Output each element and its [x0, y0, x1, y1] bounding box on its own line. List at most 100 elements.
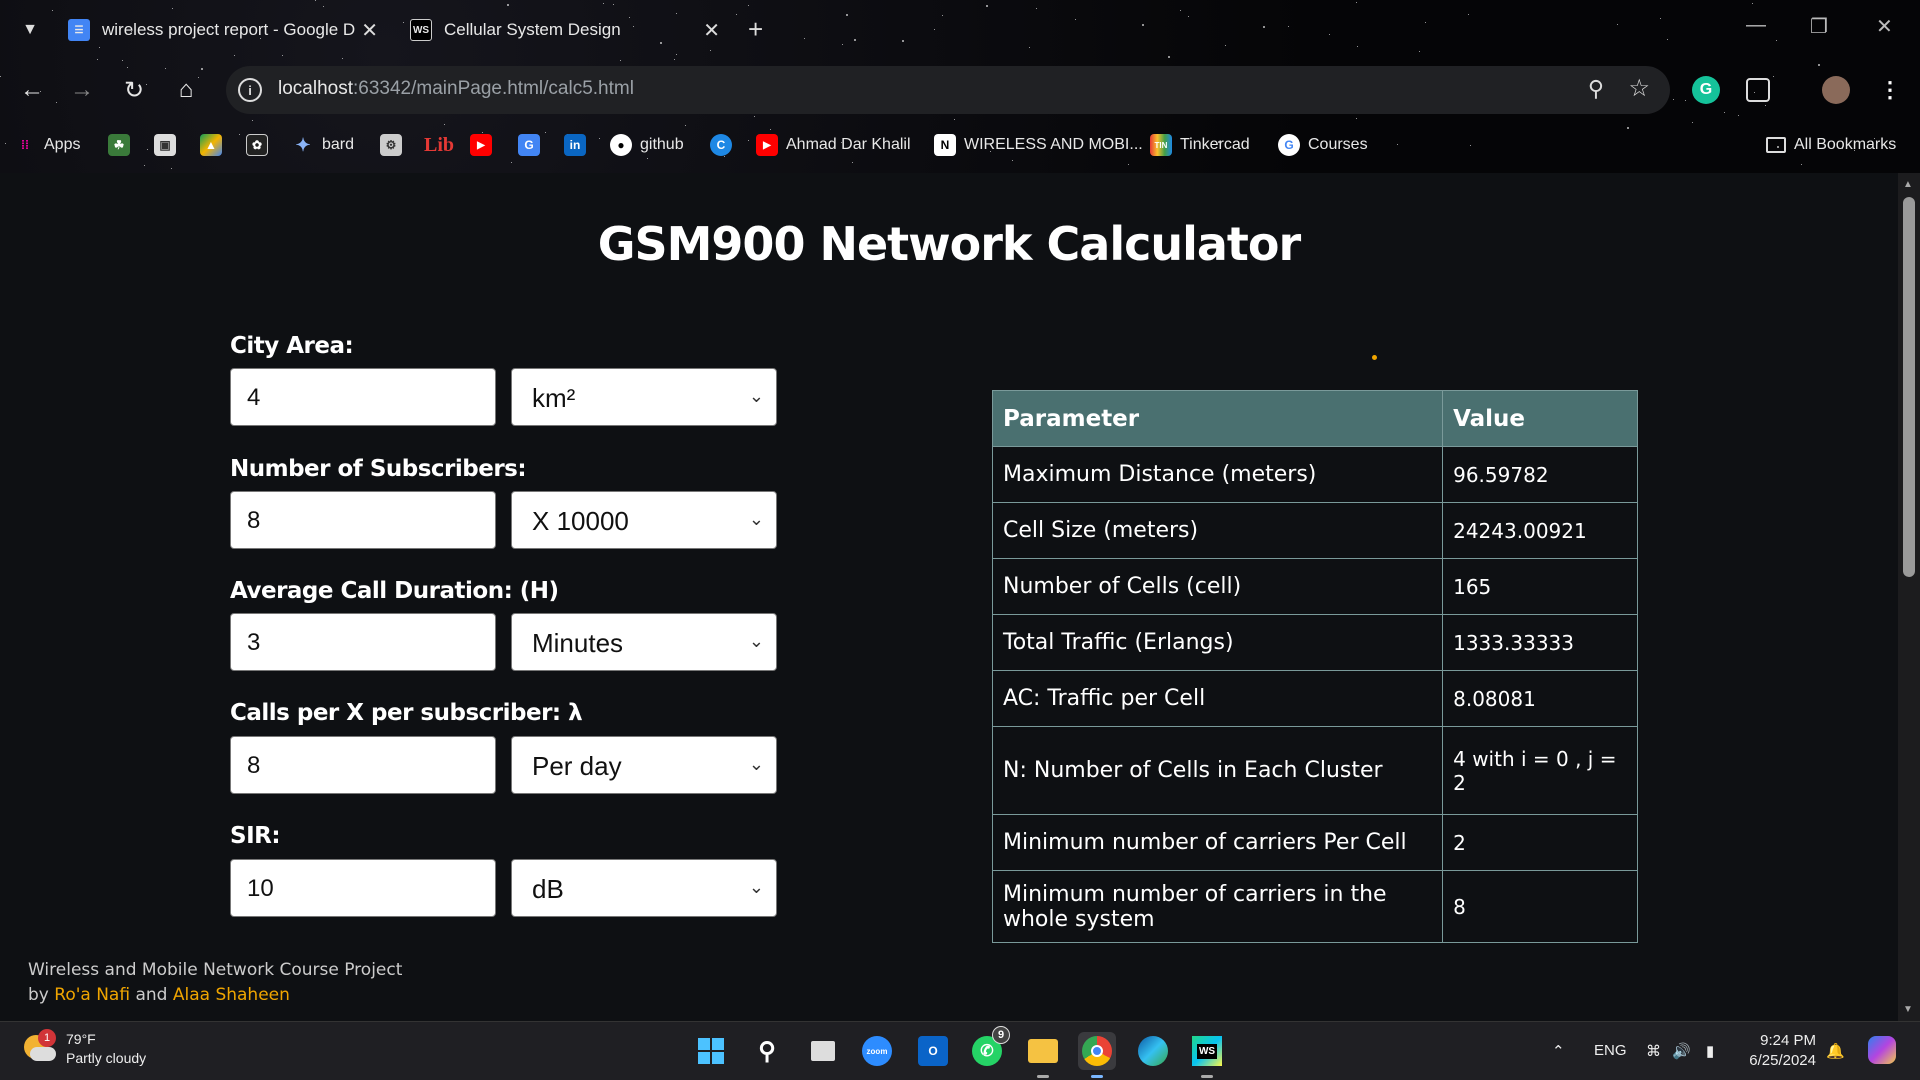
close-window-icon[interactable]: ✕ [1876, 14, 1893, 39]
star-dot [685, 125, 686, 126]
file-explorer-icon[interactable] [1024, 1032, 1062, 1078]
bookmark-chatgpt[interactable]: ✿ [246, 128, 268, 162]
bookmark-wireless[interactable]: N WIRELESS AND MOBI... [934, 128, 1143, 162]
close-tab-icon[interactable]: ✕ [703, 18, 720, 43]
close-tab-icon[interactable]: ✕ [361, 18, 378, 43]
extensions-icon[interactable] [1746, 78, 1770, 102]
volume-icon[interactable]: 🔊 [1672, 1042, 1691, 1060]
subscribers-multiplier-select[interactable]: X 10000 ⌄ [511, 491, 777, 549]
calls-per-period-select[interactable]: Per day ⌄ [511, 736, 777, 794]
whatsapp-icon[interactable]: ✆ 9 [968, 1026, 1010, 1070]
scroll-up-icon[interactable]: ▲ [1903, 179, 1913, 190]
calls-per-input[interactable]: 8 [230, 736, 496, 794]
tinkercad-icon: TIN [1150, 134, 1172, 156]
bookmark-doc[interactable]: ▣ [154, 128, 176, 162]
reload-icon[interactable]: ↻ [116, 72, 152, 108]
table-row: Total Traffic (Erlangs) 1333.33333 [991, 614, 1638, 671]
new-tab-icon[interactable]: + [748, 14, 763, 45]
city-area-unit-select[interactable]: km² ⌄ [511, 368, 777, 426]
page-scrollbar[interactable]: ▲ ▼ [1898, 173, 1920, 1021]
apps-grid-icon: ⁞⁞ [21, 138, 29, 152]
wifi-icon[interactable]: ⌘ [1646, 1042, 1661, 1060]
bookmark-linkedin[interactable]: in [564, 128, 586, 162]
scrollbar-thumb[interactable] [1903, 197, 1915, 577]
star-dot [122, 60, 123, 61]
subscribers-input[interactable]: 8 [230, 491, 496, 549]
bookmark-youtube[interactable]: ▶ [470, 128, 492, 162]
task-view-icon[interactable] [804, 1032, 842, 1070]
url-path: :63342/mainPage.html/calc5.html [353, 78, 634, 99]
tab-wireless-report[interactable]: ☰ wireless project report - Google D ✕ [68, 10, 378, 50]
chevron-down-icon: ⌄ [748, 509, 764, 529]
star-dot [954, 119, 955, 120]
sir-unit-select[interactable]: dB ⌄ [511, 859, 777, 917]
restore-icon[interactable]: ❐ [1810, 14, 1828, 39]
copilot-icon[interactable] [1868, 1036, 1896, 1064]
search-icon[interactable]: ⚲ [748, 1032, 786, 1070]
weather-desc: Partly cloudy [66, 1050, 147, 1066]
bookmark-settings[interactable]: ⚙ [380, 128, 402, 162]
bookmark-label: Apps [44, 136, 81, 153]
chevron-down-icon: ⌄ [748, 386, 764, 406]
minimize-icon[interactable]: — [1746, 14, 1766, 37]
zoom-app-icon[interactable]: zoom [858, 1032, 896, 1070]
table-row: Minimum number of carriers Per Cell 2 [991, 814, 1638, 871]
scroll-down-icon[interactable]: ▼ [1903, 1004, 1913, 1015]
home-icon[interactable]: ⌂ [168, 72, 204, 108]
language-indicator[interactable]: ENG [1594, 1042, 1627, 1059]
bookmark-canva[interactable]: C [710, 128, 732, 162]
back-icon[interactable]: ← [14, 72, 50, 108]
parameter-cell: Minimum number of carriers in the whole … [991, 870, 1444, 943]
outlook-icon[interactable]: O [914, 1032, 952, 1070]
forward-icon[interactable]: → [64, 72, 100, 108]
bookmark-bard[interactable]: ✦ bard [292, 128, 354, 162]
zoom-icon[interactable]: ⚲ [1588, 76, 1604, 102]
profile-avatar[interactable] [1822, 76, 1850, 104]
bookmark-github[interactable]: ● github [610, 128, 684, 162]
gear-icon: ⚙ [380, 134, 402, 156]
chrome-taskbar-icon[interactable] [1078, 1032, 1116, 1078]
edge-icon[interactable] [1134, 1032, 1172, 1070]
table-header-row: Parameter Value [991, 390, 1638, 447]
city-area-input[interactable]: 4 [230, 368, 496, 426]
bookmark-drive[interactable]: ▲ [200, 128, 222, 162]
url-text[interactable]: localhost:63342/mainPage.html/calc5.html [278, 78, 634, 100]
author-name: Alaa Shaheen [172, 985, 290, 1005]
bookmark-apps[interactable]: ⁞⁞ Apps [14, 128, 80, 162]
site-info-icon[interactable]: i [238, 78, 262, 102]
bookmark-courses[interactable]: G Courses [1278, 128, 1368, 162]
weather-widget[interactable]: 1 79°F Partly cloudy [22, 1029, 147, 1068]
bookmark-tinkercad[interactable]: TIN Tinkercad [1150, 128, 1250, 162]
bookmark-star-icon[interactable]: ☆ [1628, 74, 1650, 103]
bookmark-label: Courses [1308, 136, 1368, 153]
more-menu-icon[interactable]: ⋮ [1876, 76, 1904, 104]
calls-per-label: Calls per X per subscriber: λ [230, 700, 583, 726]
bookmark-lib[interactable]: Lib [424, 128, 454, 162]
all-bookmarks[interactable]: All Bookmarks [1766, 128, 1896, 162]
grammarly-icon[interactable]: G [1692, 76, 1720, 104]
show-hidden-icons-chevron[interactable]: ⌃ [1552, 1042, 1565, 1060]
author-name: Ro'a Nafi [54, 985, 131, 1005]
battery-icon[interactable]: ▮ [1706, 1042, 1714, 1060]
table-row: Minimum number of carriers in the whole … [991, 870, 1638, 943]
bookmark-label: WIRELESS AND MOBI... [964, 136, 1143, 153]
notification-bell-icon[interactable]: 🔔 [1826, 1042, 1845, 1060]
system-clock[interactable]: 9:24 PM 6/25/2024 [1749, 1031, 1816, 1071]
call-duration-unit-select[interactable]: Minutes ⌄ [511, 613, 777, 671]
bookmark-label: github [640, 136, 684, 153]
webstorm-taskbar-icon[interactable]: WS [1188, 1032, 1226, 1078]
decorative-dot [1372, 355, 1377, 360]
bookmark-plant[interactable]: ☘ [108, 128, 130, 162]
address-bar[interactable]: i localhost:63342/mainPage.html/calc5.ht… [226, 66, 1670, 114]
google-translate-icon: G [518, 134, 540, 156]
sir-input[interactable]: 10 [230, 859, 496, 917]
call-duration-input[interactable]: 3 [230, 613, 496, 671]
start-menu-icon[interactable] [692, 1032, 730, 1070]
bookmark-translate[interactable]: G [518, 128, 540, 162]
bookmark-ahmad[interactable]: ▶ Ahmad Dar Khalil [756, 128, 911, 162]
star-dot [252, 120, 253, 121]
url-host: localhost [278, 78, 353, 99]
tab-cellular-design[interactable]: WS Cellular System Design ✕ [410, 10, 720, 50]
tab-search-chevron-icon[interactable]: ▼ [16, 16, 44, 44]
select-value: dB [532, 874, 564, 904]
